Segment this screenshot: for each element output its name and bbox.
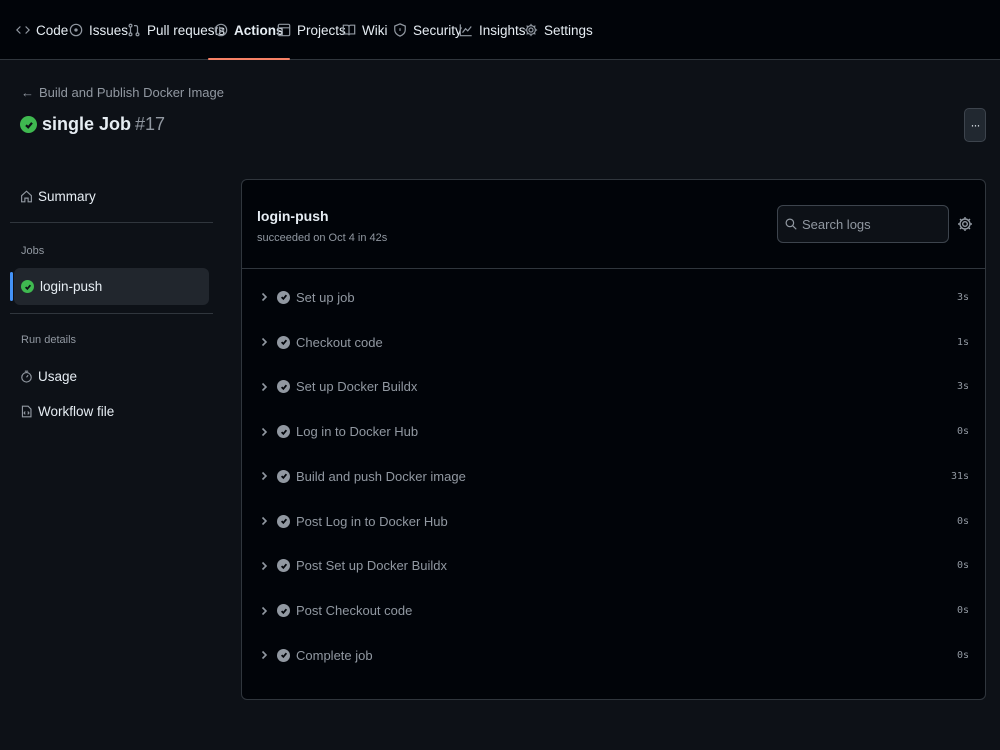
- job-status: succeeded on Oct 4 in 42s: [257, 232, 388, 244]
- check-circle-icon: [277, 648, 290, 662]
- chevron-right-icon: [261, 651, 268, 660]
- tab-projects[interactable]: Projects: [277, 0, 346, 60]
- arrow-left-icon: ←: [21, 85, 34, 100]
- step-duration: 0s: [956, 560, 969, 572]
- graph-icon: [459, 24, 472, 37]
- shield-icon: [394, 23, 406, 37]
- step-duration: 3s: [956, 291, 969, 303]
- tab-settings[interactable]: Settings: [524, 0, 593, 60]
- gear-icon: [524, 23, 538, 37]
- check-circle-icon: [277, 604, 290, 618]
- step-row[interactable]: Set up job 3s: [242, 275, 985, 320]
- check-circle-icon: [277, 290, 290, 304]
- sidebar-item-usage[interactable]: Usage: [20, 369, 77, 384]
- back-to-workflow-link[interactable]: ← Build and Publish Docker Image: [21, 85, 224, 100]
- chevron-right-icon: [261, 561, 268, 570]
- job-log-panel: login-push succeeded on Oct 4 in 42s Set…: [241, 179, 986, 700]
- chevron-right-icon: [261, 606, 268, 615]
- step-name: Set up Docker Buildx: [296, 379, 418, 395]
- tab-issues[interactable]: Issues: [69, 0, 128, 60]
- page-title: single Job #17: [20, 114, 165, 135]
- step-name: Log in to Docker Hub: [296, 424, 419, 440]
- step-duration: 0s: [956, 426, 969, 438]
- book-icon: [342, 24, 356, 36]
- step-row[interactable]: Post Log in to Docker Hub 0s: [242, 499, 985, 544]
- check-circle-icon: [277, 335, 290, 349]
- gear-icon: [958, 217, 972, 231]
- step-row[interactable]: Post Set up Docker Buildx 0s: [242, 544, 985, 589]
- tab-security[interactable]: Security: [393, 0, 462, 60]
- file-code-icon: [21, 405, 32, 418]
- more-options-button[interactable]: ···: [964, 108, 986, 142]
- table-icon: [277, 23, 291, 37]
- step-duration: 1s: [956, 336, 969, 348]
- play-icon: [214, 23, 228, 37]
- tab-code[interactable]: Code: [16, 0, 68, 60]
- chevron-right-icon: [261, 382, 268, 391]
- log-settings-button[interactable]: [957, 216, 973, 232]
- search-icon: [785, 218, 797, 230]
- step-name: Checkout code: [296, 334, 383, 350]
- sidebar-jobs-heading: Jobs: [21, 245, 45, 257]
- check-circle-icon: [277, 380, 290, 394]
- step-duration: 0s: [956, 605, 969, 617]
- check-circle-icon: [277, 425, 290, 439]
- chevron-right-icon: [261, 427, 268, 436]
- step-row[interactable]: Build and push Docker image 31s: [242, 454, 985, 499]
- tab-pull-requests[interactable]: Pull requests: [127, 0, 225, 60]
- check-circle-icon: [277, 559, 290, 573]
- tab-wiki[interactable]: Wiki: [342, 0, 388, 60]
- sidebar-item-job[interactable]: login-push: [10, 268, 209, 305]
- step-duration: 0s: [956, 649, 969, 661]
- step-row[interactable]: Complete job 0s: [242, 633, 985, 678]
- code-icon: [16, 26, 30, 34]
- sidebar-divider: [10, 313, 213, 314]
- search-logs-box[interactable]: [777, 205, 949, 243]
- sidebar-divider: [10, 222, 213, 223]
- step-name: Post Checkout code: [296, 603, 413, 619]
- step-name: Complete job: [296, 647, 373, 663]
- sidebar-run-details-heading: Run details: [21, 334, 77, 346]
- step-row[interactable]: Post Checkout code 0s: [242, 588, 985, 633]
- search-logs-input[interactable]: [802, 216, 942, 232]
- step-list: Set up job 3s Checkout code 1s Set up Do…: [242, 275, 985, 678]
- selected-indicator: [10, 272, 13, 301]
- chevron-right-icon: [261, 293, 268, 302]
- stopwatch-icon: [21, 370, 32, 383]
- step-row[interactable]: Checkout code 1s: [242, 320, 985, 365]
- step-name: Set up job: [296, 289, 355, 305]
- check-circle-icon: [21, 280, 34, 293]
- step-duration: 31s: [950, 470, 969, 482]
- chevron-right-icon: [261, 472, 268, 481]
- job-header: login-push succeeded on Oct 4 in 42s: [242, 180, 985, 269]
- chevron-right-icon: [261, 517, 268, 526]
- sidebar-item-workflow-file[interactable]: Workflow file: [20, 404, 114, 419]
- home-icon: [21, 190, 32, 203]
- step-duration: 3s: [956, 381, 969, 393]
- repo-nav: Code Issues Pull requests Actions Projec…: [0, 0, 1000, 60]
- step-row[interactable]: Set up Docker Buildx 3s: [242, 365, 985, 410]
- step-row[interactable]: Log in to Docker Hub 0s: [242, 409, 985, 454]
- tab-insights[interactable]: Insights: [459, 0, 526, 60]
- step-name: Build and push Docker image: [296, 468, 466, 484]
- job-name: login-push: [257, 208, 329, 224]
- issue-icon: [69, 23, 83, 37]
- step-name: Post Log in to Docker Hub: [296, 513, 448, 529]
- kebab-horizontal-icon: ···: [970, 118, 981, 132]
- tab-actions[interactable]: Actions: [208, 0, 289, 60]
- check-circle-icon: [20, 116, 37, 133]
- chevron-right-icon: [261, 338, 268, 347]
- step-name: Post Set up Docker Buildx: [296, 558, 448, 574]
- check-circle-icon: [277, 514, 290, 528]
- pull-request-icon: [128, 23, 140, 37]
- sidebar-item-summary[interactable]: Summary: [20, 189, 96, 204]
- step-duration: 0s: [956, 515, 969, 527]
- check-circle-icon: [277, 469, 290, 483]
